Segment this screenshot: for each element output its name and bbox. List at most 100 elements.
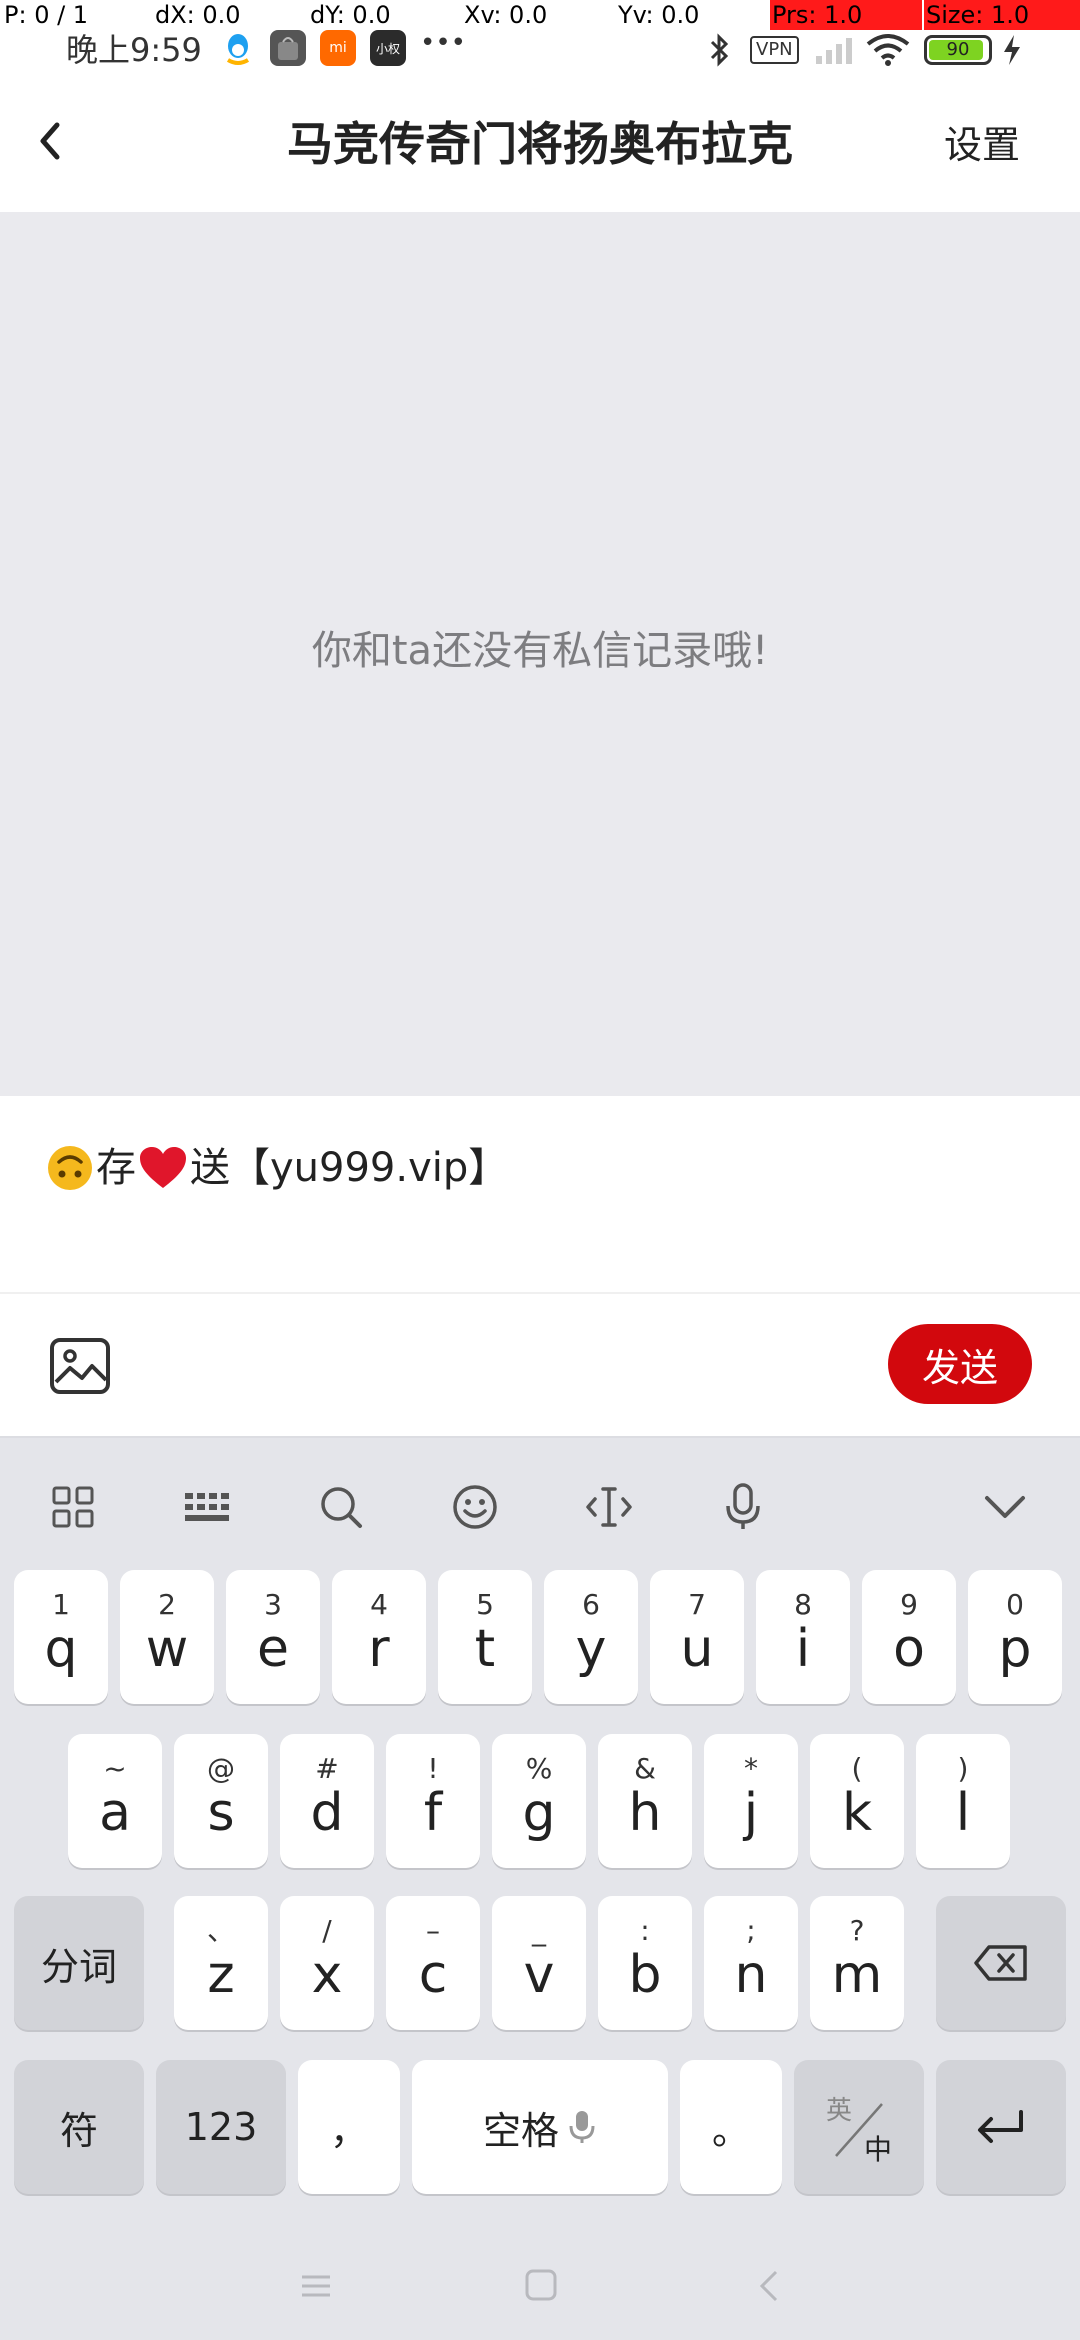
- send-button[interactable]: 发送: [888, 1324, 1032, 1404]
- key-o[interactable]: 9o: [862, 1570, 956, 1704]
- backspace-key[interactable]: [936, 1896, 1066, 2030]
- settings-button[interactable]: 设置: [944, 122, 1020, 168]
- key-hint: (: [851, 1752, 863, 1785]
- hide-keyboard-button[interactable]: [970, 1472, 1040, 1542]
- input-text-part-2: 送【yu999.vip】: [190, 1145, 509, 1191]
- period-key[interactable]: 。: [680, 2060, 782, 2194]
- key-b[interactable]: :b: [598, 1896, 692, 2030]
- key-u[interactable]: 7u: [650, 1570, 744, 1704]
- space-key[interactable]: 空格: [412, 2060, 668, 2194]
- soft-keyboard: 1q2w3e4r5t6y7u8i9o0p ~ a @ s # d! f% g & h * j(k) l …: [0, 1436, 1080, 2340]
- key-d[interactable]: # d: [280, 1734, 374, 1868]
- system-navigation-bar: [0, 2218, 1080, 2340]
- key-l[interactable]: ) l: [916, 1734, 1010, 1868]
- key-letter: v: [523, 1945, 555, 2005]
- key-m[interactable]: ? m: [810, 1896, 904, 2030]
- period-key-label: 。: [711, 2108, 750, 2153]
- message-input[interactable]: 存 送【yu999.vip】: [0, 1096, 1080, 1294]
- home-button[interactable]: [524, 2268, 558, 2306]
- debug-pressure: Prs: 1.0: [770, 0, 922, 30]
- symbol-key[interactable]: 符: [14, 2060, 144, 2194]
- key-e[interactable]: 3e: [226, 1570, 320, 1704]
- key-k[interactable]: (k: [810, 1734, 904, 1868]
- key-s[interactable]: @ s: [174, 1734, 268, 1868]
- status-time: 晚上9:59: [66, 31, 202, 69]
- key-letter: q: [44, 1619, 78, 1679]
- keyboard-cursor-button[interactable]: [574, 1472, 644, 1542]
- emoji-icon: [453, 1485, 497, 1529]
- debug-pointer-count: P: 0 / 1: [4, 1, 89, 29]
- wifi-icon: [866, 30, 910, 70]
- key-letter: m: [831, 1945, 883, 2005]
- key-letter: k: [841, 1783, 873, 1843]
- language-switch-key[interactable]: 英 中: [794, 2060, 924, 2194]
- key-r[interactable]: 4r: [332, 1570, 426, 1704]
- key-hint: 9: [900, 1588, 918, 1621]
- key-hint: /: [322, 1914, 332, 1947]
- key-j[interactable]: * j: [704, 1734, 798, 1868]
- search-icon: [321, 1487, 362, 1528]
- key-letter: t: [474, 1619, 496, 1679]
- key-f[interactable]: ! f: [386, 1734, 480, 1868]
- key-z[interactable]: 、 z: [174, 1896, 268, 2030]
- key-i[interactable]: 8i: [756, 1570, 850, 1704]
- key-t[interactable]: 5t: [438, 1570, 532, 1704]
- key-letter: a: [99, 1783, 131, 1843]
- key-hint: 6: [582, 1588, 600, 1621]
- key-letter: o: [893, 1619, 925, 1679]
- key-y[interactable]: 6y: [544, 1570, 638, 1704]
- home-square-icon: [525, 2269, 557, 2301]
- microphone-icon: [726, 1483, 760, 1529]
- comma-key-label: ，: [329, 2108, 368, 2153]
- comma-key[interactable]: ，: [298, 2060, 400, 2194]
- key-letter: h: [628, 1783, 662, 1843]
- key-letter: p: [998, 1619, 1032, 1679]
- menu-lines-icon: [302, 2275, 330, 2297]
- vpn-label: VPN: [750, 36, 799, 64]
- message-list[interactable]: 你和ta还没有私信记录哦!: [0, 212, 1080, 1096]
- keyboard-layout-button[interactable]: [172, 1472, 242, 1542]
- key-a[interactable]: ~ a: [68, 1734, 162, 1868]
- number-key[interactable]: 123: [156, 2060, 286, 2194]
- key-v[interactable]: _ v: [492, 1896, 586, 2030]
- keyboard-voice-button[interactable]: [708, 1472, 778, 1542]
- image-picker-button[interactable]: [48, 1334, 112, 1398]
- mi-store-icon: [270, 30, 306, 66]
- enter-key[interactable]: [936, 2060, 1066, 2194]
- keyboard-menu-button[interactable]: [38, 1472, 108, 1542]
- key-c[interactable]: – c: [386, 1896, 480, 2030]
- key-letter: w: [145, 1619, 189, 1679]
- keyboard-emoji-button[interactable]: [440, 1472, 510, 1542]
- segment-key[interactable]: 分词: [14, 1896, 144, 2030]
- key-w[interactable]: 2w: [120, 1570, 214, 1704]
- key-hint: 3: [264, 1588, 282, 1621]
- segment-key-label: 分词: [40, 1944, 117, 1989]
- back-button[interactable]: [20, 106, 80, 176]
- key-n[interactable]: ; n: [704, 1896, 798, 2030]
- message-input-text[interactable]: 存 送【yu999.vip】: [46, 1140, 508, 1196]
- key-hint: 7: [688, 1588, 706, 1621]
- nav-back-button[interactable]: [756, 2268, 782, 2308]
- key-letter: n: [734, 1945, 768, 2005]
- key-g[interactable]: % g: [492, 1734, 586, 1868]
- recents-button[interactable]: [298, 2272, 334, 2304]
- keyboard-icon: [185, 1493, 229, 1521]
- number-key-label: 123: [184, 2105, 258, 2149]
- key-x[interactable]: / x: [280, 1896, 374, 2030]
- key-q[interactable]: 1q: [14, 1570, 108, 1704]
- key-hint: @: [207, 1752, 235, 1785]
- cursor-move-icon: [586, 1487, 632, 1527]
- key-letter: s: [207, 1783, 235, 1843]
- key-letter: x: [311, 1945, 343, 2005]
- input-text-part-1: 存: [96, 1145, 136, 1191]
- language-zh-label: 中: [864, 2133, 893, 2166]
- key-p[interactable]: 0p: [968, 1570, 1062, 1704]
- key-letter: b: [628, 1945, 662, 2005]
- key-hint: &: [634, 1752, 656, 1785]
- empty-conversation-message: 你和ta还没有私信记录哦!: [311, 628, 769, 674]
- keyboard-search-button[interactable]: [306, 1472, 376, 1542]
- key-letter: z: [207, 1945, 235, 2005]
- key-h[interactable]: & h: [598, 1734, 692, 1868]
- battery-level: 90: [946, 39, 970, 60]
- backspace-icon: [974, 1945, 1027, 1981]
